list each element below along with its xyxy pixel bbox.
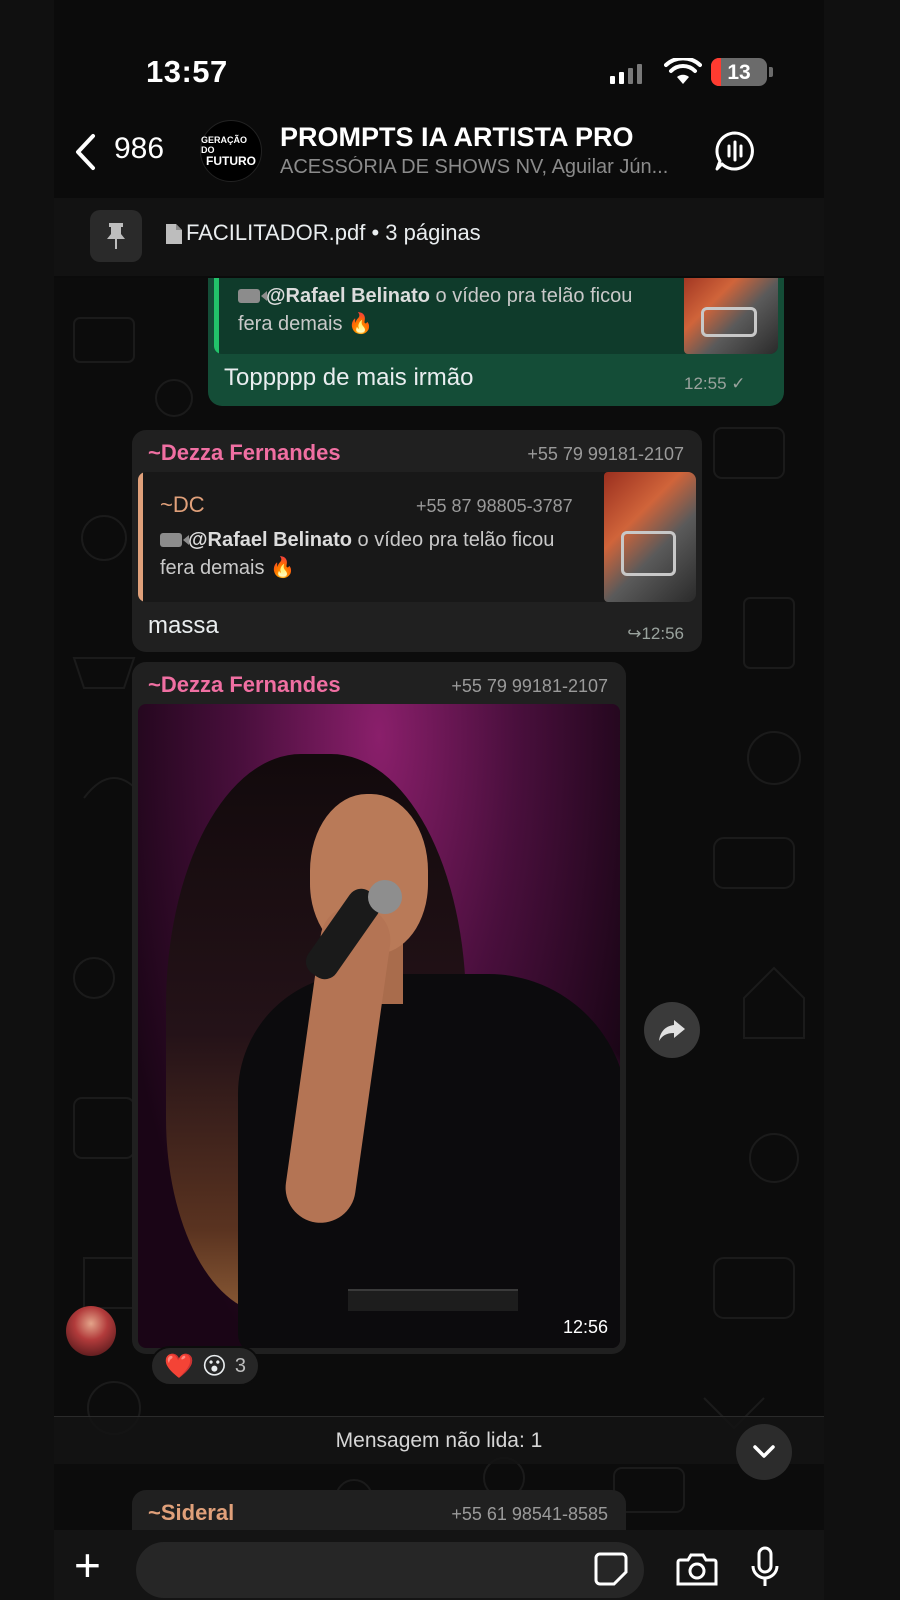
sticker-icon[interactable] (594, 1552, 628, 1586)
microphone-icon[interactable] (750, 1546, 780, 1588)
quoted-sender: ~DC (160, 492, 205, 517)
message-time: 12:56 (562, 1317, 608, 1337)
phone-screen: 13:57 13 986 GERAÇÃO DO FUTURO PROMPTS I… (54, 0, 824, 1600)
camera-icon[interactable] (676, 1552, 718, 1586)
forwarded-icon: ↪ (627, 624, 642, 643)
quoted-mention: @Rafael Belinato (188, 529, 352, 551)
group-members[interactable]: ACESSÓRIA DE SHOWS NV, Aguilar Jún... (280, 156, 700, 179)
message-text: massa (148, 612, 219, 639)
message-text: Toppppp de mais irmão (224, 364, 474, 391)
sent-check-icon: ✓ (731, 374, 746, 393)
sender-name[interactable]: ~Sideral (148, 1500, 234, 1526)
reaction-count: 3 (234, 1354, 247, 1377)
video-icon (160, 533, 189, 547)
unread-banner-text: Mensagem não lida: 1 (335, 1429, 543, 1452)
chat-header: 986 GERAÇÃO DO FUTURO PROMPTS IA ARTISTA… (54, 110, 824, 192)
battery-indicator: 13 (711, 58, 767, 86)
quoted-video-thumbnail[interactable] (684, 278, 778, 354)
pinned-file-name: FACILITADOR.pdf (186, 220, 366, 245)
unread-banner: Mensagem não lida: 1 (54, 1416, 824, 1464)
sender-phone: +55 79 99181-2107 (527, 444, 684, 464)
quoted-text: @Rafael Belinato o vídeo pra telão ficou… (160, 526, 580, 582)
group-name[interactable]: PROMPTS IA ARTISTA PRO (280, 122, 634, 153)
forward-button[interactable] (644, 1002, 700, 1058)
quoted-mention: @Rafael Belinato (266, 285, 430, 307)
sender-avatar[interactable] (66, 1306, 116, 1356)
sender-phone: +55 79 99181-2107 (451, 676, 608, 696)
chevron-left-icon[interactable] (72, 132, 98, 172)
forward-icon (659, 1020, 685, 1041)
message-bubble-incoming[interactable]: ~Sideral +55 61 98541-8585 (132, 1490, 626, 1530)
scroll-down-button[interactable] (736, 1424, 792, 1480)
status-bar: 13:57 13 (54, 0, 824, 110)
message-input[interactable] (136, 1542, 644, 1598)
sender-name[interactable]: ~Dezza Fernandes (148, 672, 341, 698)
message-bubble-incoming[interactable]: ~Dezza Fernandes +55 79 99181-2107 ~DC +… (132, 430, 702, 652)
group-logo-line1: GERAÇÃO DO (201, 135, 248, 155)
quoted-video-thumbnail[interactable] (604, 472, 696, 602)
pinned-message-bar[interactable]: FACILITADOR.pdf • 3 páginas (54, 198, 824, 276)
reactions[interactable]: ❤️ 😮 3 (150, 1346, 261, 1386)
quoted-message[interactable]: @Rafael Belinato o vídeo pra telão ficou… (214, 278, 778, 354)
sender-phone: +55 61 98541-8585 (451, 1504, 608, 1524)
reaction-wow: 😮 (201, 1352, 227, 1380)
plus-icon[interactable]: + (74, 1542, 101, 1588)
sender-name[interactable]: ~Dezza Fernandes (148, 440, 341, 466)
reaction-heart: ❤️ (164, 1352, 194, 1380)
pin-icon (107, 223, 125, 249)
group-avatar[interactable]: GERAÇÃO DO FUTURO (200, 120, 262, 182)
message-time: 12:55 ✓ (684, 374, 746, 394)
battery-level: 13 (727, 61, 751, 84)
pinned-separator: • (371, 220, 386, 245)
pinned-pages: 3 páginas (385, 220, 481, 245)
message-time: ↪12:56 (627, 624, 684, 644)
quoted-phone: +55 87 98805-3787 (416, 496, 573, 516)
unread-chats-count[interactable]: 986 (114, 132, 164, 166)
battery-cap (769, 67, 773, 77)
quoted-message[interactable]: ~DC +55 87 98805-3787 @Rafael Belinato o… (138, 472, 696, 602)
message-bubble-image[interactable]: ~Dezza Fernandes +55 79 99181-2107 12:56 (132, 662, 626, 1354)
wifi-icon (664, 58, 702, 84)
chat-messages[interactable]: @Rafael Belinato o vídeo pra telão ficou… (54, 278, 824, 1530)
video-icon (238, 289, 267, 303)
chevron-down-icon (753, 1445, 775, 1458)
message-time-value: 12:56 (641, 624, 684, 643)
status-time: 13:57 (146, 54, 228, 89)
quoted-text: @Rafael Belinato o vídeo pra telão ficou… (238, 282, 668, 338)
document-icon (166, 224, 182, 244)
pin-button[interactable] (90, 210, 142, 262)
voice-chat-icon[interactable] (714, 130, 756, 172)
group-logo-line2: FUTURO (206, 154, 256, 168)
pinned-text: FACILITADOR.pdf • 3 páginas (186, 220, 481, 246)
message-bubble-outgoing[interactable]: @Rafael Belinato o vídeo pra telão ficou… (208, 278, 784, 406)
shared-photo[interactable]: 12:56 (138, 704, 620, 1348)
message-composer: + (54, 1530, 824, 1600)
message-time-value: 12:55 (684, 374, 727, 393)
cellular-signal-icon (610, 64, 642, 84)
